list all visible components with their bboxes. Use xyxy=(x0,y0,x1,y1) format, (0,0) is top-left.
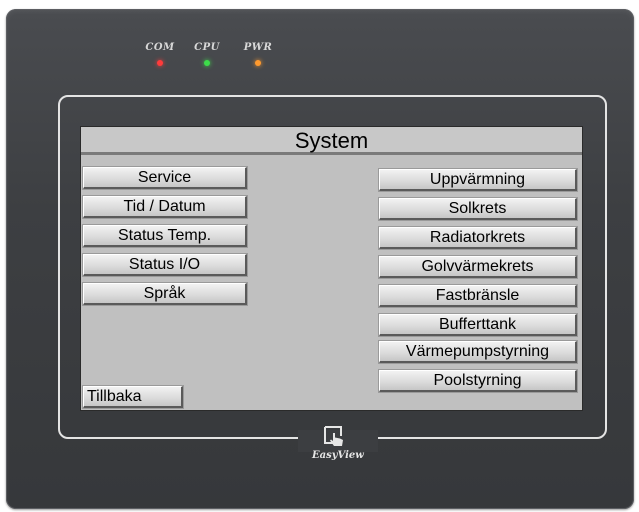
com-led-icon xyxy=(157,60,163,66)
brand-name: EasyView xyxy=(312,450,364,461)
pwr-led-icon xyxy=(255,60,261,66)
heating-button[interactable]: Uppvärmning xyxy=(378,168,578,192)
indicator-pwr-label: PWR xyxy=(243,42,273,53)
radiator-circuit-button[interactable]: Radiatorkrets xyxy=(378,226,578,250)
pool-control-button[interactable]: Poolstyrning xyxy=(378,369,578,393)
indicator-cpu: CPU xyxy=(187,42,227,66)
solar-circuit-button[interactable]: Solkrets xyxy=(378,197,578,221)
indicator-pwr: PWR xyxy=(238,42,278,66)
brand-logo: EasyView xyxy=(312,424,364,484)
language-button[interactable]: Språk xyxy=(82,282,248,306)
solid-fuel-button[interactable]: Fastbränsle xyxy=(378,284,578,308)
heat-pump-control-button[interactable]: Värmepumpstyrning xyxy=(378,340,578,364)
touch-screen: System Service Tid / Datum Status Temp. … xyxy=(81,127,582,410)
time-date-button[interactable]: Tid / Datum xyxy=(82,195,248,219)
buffer-tank-button[interactable]: Bufferttank xyxy=(378,313,578,337)
page-title: System xyxy=(294,128,369,153)
indicator-cpu-label: CPU xyxy=(194,42,220,53)
touch-hand-icon xyxy=(324,426,343,446)
status-io-button[interactable]: Status I/O xyxy=(82,253,248,277)
indicator-com-label: COM xyxy=(145,42,175,53)
title-bar: System xyxy=(81,127,582,155)
cpu-led-icon xyxy=(204,60,210,66)
back-button[interactable]: Tillbaka xyxy=(82,385,184,409)
floor-heating-circuit-button[interactable]: Golvvärmekrets xyxy=(378,255,578,279)
status-temp-button[interactable]: Status Temp. xyxy=(82,224,248,248)
indicator-com: COM xyxy=(140,42,180,66)
service-button[interactable]: Service xyxy=(82,166,248,190)
status-indicators: COM CPU PWR xyxy=(140,42,300,82)
